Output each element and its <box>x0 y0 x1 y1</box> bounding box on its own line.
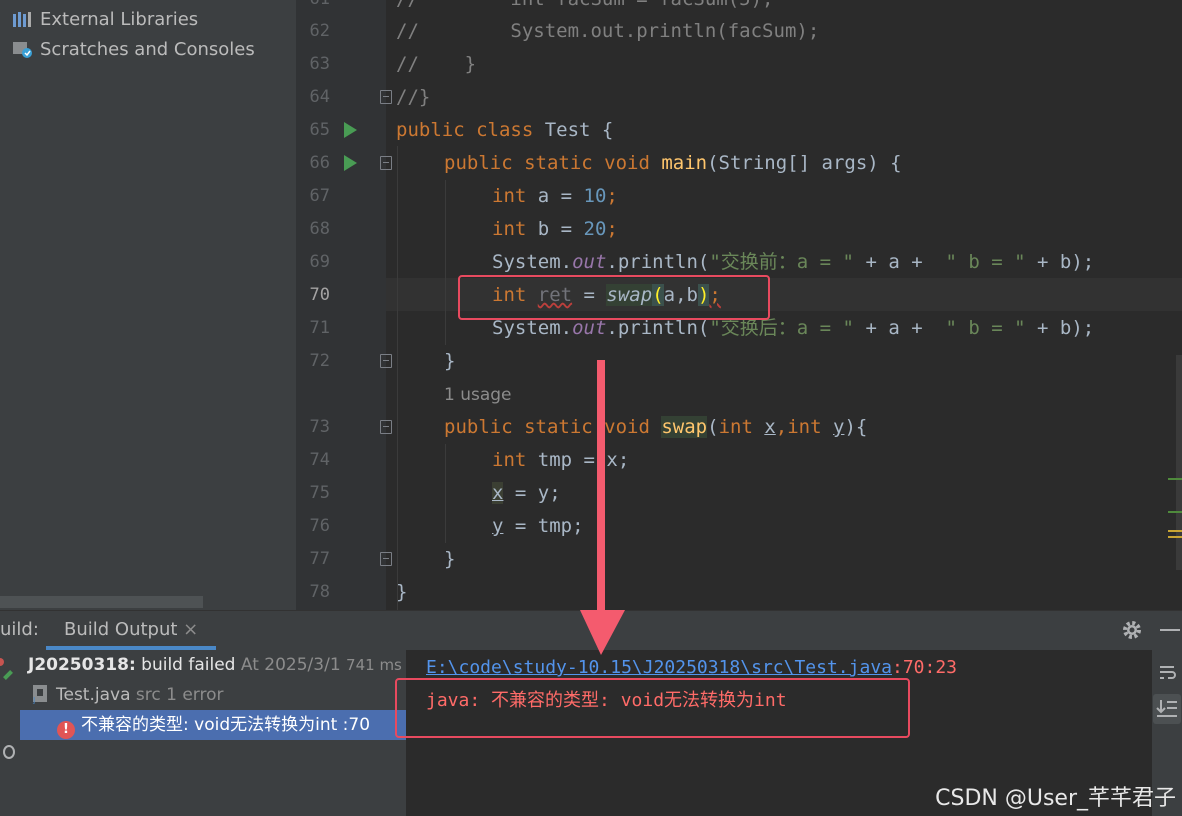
fold-marker-icon[interactable] <box>380 354 392 368</box>
line-number-current: 70 <box>309 285 330 305</box>
line-number: 71 <box>309 318 330 338</box>
code-line-68: int b = 20; <box>492 218 618 240</box>
project-panel <box>0 0 296 610</box>
code-line-61: // int facSum = facSum(5); <box>396 0 774 16</box>
fold-marker-icon[interactable] <box>380 420 392 434</box>
line-number: 62 <box>309 21 330 41</box>
java-file-icon: J <box>32 684 50 705</box>
code-line-65: public class Test { <box>396 119 614 141</box>
svg-text:J: J <box>32 696 35 704</box>
scratches-icon <box>12 40 34 58</box>
watermark: CSDN @User_芊芊君子 <box>935 786 1176 811</box>
scroll-to-end-icon[interactable] <box>1153 694 1181 724</box>
code-line-75: x = y; <box>492 482 561 504</box>
line-number: 73 <box>309 417 330 437</box>
error-icon: ! <box>57 721 75 739</box>
tree-file-node[interactable]: J Test.java src 1 error <box>32 680 224 710</box>
tree-root-build[interactable]: J20250318: build failed At 2025/3/1 741 … <box>28 650 402 680</box>
soft-wrap-icon[interactable] <box>1157 662 1179 684</box>
usage-hint[interactable]: 1 usage <box>444 381 512 409</box>
change-marker[interactable] <box>1168 478 1182 480</box>
line-number: 74 <box>309 450 330 470</box>
project-horizontal-scrollbar[interactable] <box>0 596 203 608</box>
code-line-73: public static void swap(int x,int y){ <box>444 416 868 438</box>
line-number: 76 <box>309 516 330 536</box>
code-line-72: } <box>444 350 456 372</box>
change-marker[interactable] <box>1168 511 1182 513</box>
project-item-external-libraries[interactable]: External Libraries <box>12 6 198 32</box>
indent-guide <box>397 146 398 610</box>
code-line-66: public static void main(String[] args) { <box>444 152 902 174</box>
line-number: 61 <box>300 0 330 16</box>
line-number: 78 <box>309 582 330 602</box>
error-file-link[interactable]: E:\code\study-10.15\J20250318\src\Test.j… <box>426 657 892 678</box>
line-number: 66 <box>309 153 330 173</box>
line-number: 77 <box>309 549 330 569</box>
annotation-arrow <box>580 360 625 655</box>
minimize-icon[interactable] <box>1160 629 1180 631</box>
line-number: 67 <box>309 186 330 206</box>
refresh-icon[interactable] <box>3 745 15 759</box>
line-number: 72 <box>309 351 330 371</box>
close-tab-icon[interactable]: × <box>183 619 198 640</box>
gear-icon[interactable] <box>1121 619 1143 641</box>
tab-build-output[interactable]: Build Output × <box>64 610 198 650</box>
line-number: 65 <box>309 120 330 140</box>
code-line-67: int a = 10; <box>492 185 618 207</box>
project-item-label: External Libraries <box>40 8 199 30</box>
fold-marker-icon[interactable] <box>380 156 392 170</box>
indent-guide <box>445 444 446 543</box>
build-window-title: uild: <box>0 619 39 640</box>
annotation-box-code <box>458 275 770 320</box>
fold-marker-icon[interactable] <box>380 552 392 566</box>
project-item-label: Scratches and Consoles <box>40 38 255 60</box>
code-line-78: } <box>396 581 408 603</box>
fold-marker-icon[interactable] <box>380 90 392 104</box>
indent-guide <box>445 180 446 345</box>
tree-error-item[interactable]: ! 不兼容的类型: void无法转换为int :70 <box>20 710 406 740</box>
libraries-icon <box>12 10 34 28</box>
line-number: 68 <box>309 219 330 239</box>
annotation-box-error <box>395 678 910 738</box>
code-line-76: y = tmp; <box>492 515 584 537</box>
code-line-77: } <box>444 548 456 570</box>
code-line-63: // } <box>396 53 477 75</box>
line-number: 63 <box>309 54 330 74</box>
code-line-64: //} <box>396 86 431 108</box>
warning-marker[interactable] <box>1168 536 1182 538</box>
project-item-scratches[interactable]: Scratches and Consoles <box>12 36 255 62</box>
line-number: 75 <box>309 483 330 503</box>
line-number: 69 <box>309 252 330 272</box>
warning-marker[interactable] <box>1168 530 1182 532</box>
run-main-icon[interactable] <box>344 155 357 171</box>
code-line-62: // System.out.println(facSum); <box>396 20 820 42</box>
run-class-icon[interactable] <box>344 122 357 138</box>
line-number: 64 <box>309 87 330 107</box>
